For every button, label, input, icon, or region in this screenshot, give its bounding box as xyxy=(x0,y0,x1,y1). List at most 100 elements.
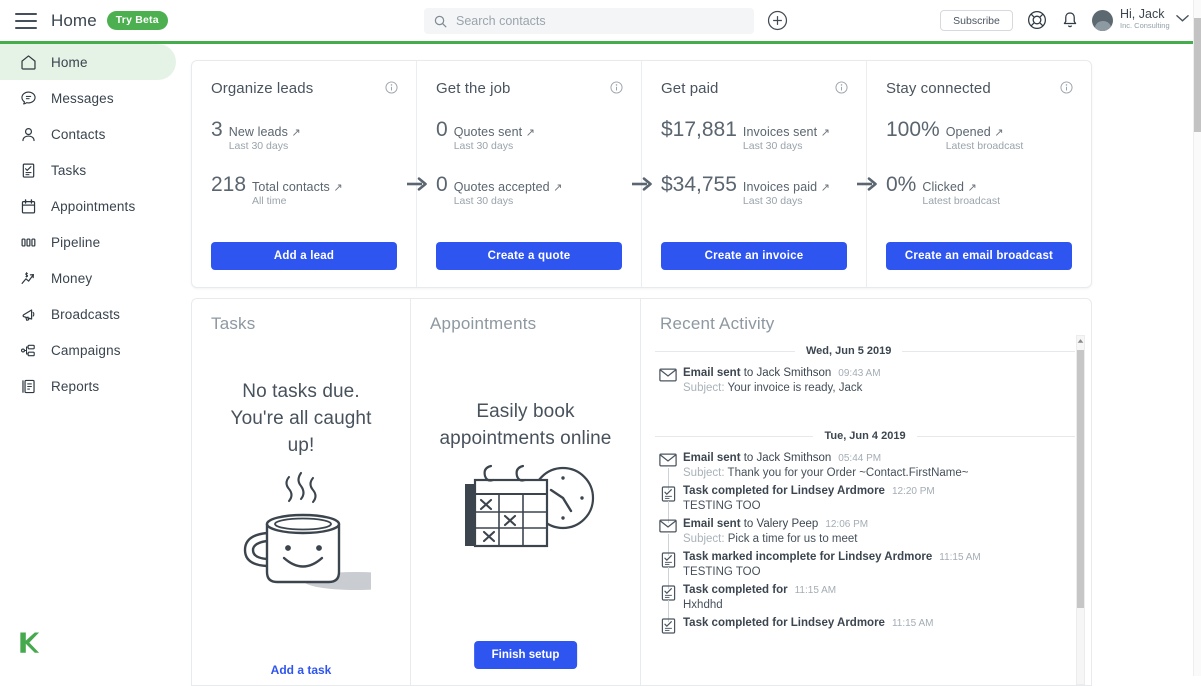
sidebar-item-money[interactable]: Money xyxy=(0,260,176,296)
bell-icon[interactable] xyxy=(1061,10,1079,30)
user-menu[interactable]: Hi, Jack Inc. Consulting xyxy=(1120,8,1170,31)
create-invoice-button[interactable]: Create an invoice xyxy=(661,242,847,270)
money-trend-icon xyxy=(17,267,39,289)
add-task-link[interactable]: Add a task xyxy=(192,663,410,677)
add-lead-button[interactable]: Add a lead xyxy=(211,242,397,270)
activity-rest: to Valery Peep xyxy=(740,518,819,530)
activity-rest: to Jack Smithson xyxy=(740,367,832,379)
activity-item[interactable]: Email sent to Jack Smithson 09:43 AM Subj… xyxy=(655,361,1075,394)
tasks-empty-message: No tasks due. You're all caught up! xyxy=(230,381,372,456)
activity-item[interactable]: Task marked incomplete for Lindsey Ardmo… xyxy=(655,545,1075,589)
user-name: Hi, Jack xyxy=(1120,7,1165,21)
sidebar-item-appointments[interactable]: Appointments xyxy=(0,188,176,224)
stat-row: 0 Quotes accepted ↗ Last 30 days xyxy=(436,173,622,207)
activity-item[interactable]: Task completed for Lindsey Ardmore 12:20 … xyxy=(655,479,1075,523)
megaphone-icon xyxy=(17,303,39,325)
activity-time: 05:44 PM xyxy=(838,453,882,464)
tasks-panel: Tasks No tasks due. You're all caught up… xyxy=(191,298,410,686)
scroll-up-arrow-icon[interactable] xyxy=(1077,336,1084,345)
card-title: Stay connected xyxy=(886,80,991,97)
sidebar-item-label: Pipeline xyxy=(51,234,101,250)
stat-label[interactable]: Invoices paid ↗ xyxy=(743,180,830,194)
stat-row: $17,881 Invoices sent ↗ Last 30 days xyxy=(661,118,847,152)
sidebar-item-pipeline[interactable]: Pipeline xyxy=(0,224,176,260)
sidebar-item-campaigns[interactable]: Campaigns xyxy=(0,332,176,368)
lifebuoy-icon[interactable] xyxy=(1027,10,1047,30)
envelope-icon xyxy=(655,367,681,394)
sidebar-item-label: Campaigns xyxy=(51,342,121,358)
pipeline-bars-icon xyxy=(17,231,39,253)
coffee-mug-illustration xyxy=(192,469,410,599)
stat-label[interactable]: Quotes accepted ↗ xyxy=(454,180,563,194)
search-input[interactable] xyxy=(456,14,744,28)
stat-label[interactable]: Total contacts ↗ xyxy=(252,180,343,194)
create-email-broadcast-button[interactable]: Create an email broadcast xyxy=(886,242,1072,270)
stat-label[interactable]: Opened ↗ xyxy=(946,125,1004,139)
sidebar-item-contacts[interactable]: Contacts xyxy=(0,116,176,152)
sidebar-item-label: Money xyxy=(51,270,93,286)
activity-time: 11:15 AM xyxy=(794,585,837,596)
flow-arrow-icon xyxy=(855,174,879,194)
stat-label[interactable]: New leads ↗ xyxy=(229,125,301,139)
sidebar-item-label: Broadcasts xyxy=(51,306,121,322)
avatar[interactable] xyxy=(1092,10,1113,31)
activity-bold: Task completed for Lindsey Ardmore xyxy=(683,617,885,629)
activity-bold: Email sent xyxy=(683,518,741,530)
activity-bold: Email sent xyxy=(683,452,741,464)
card-get-the-job: Get the job 0 Quotes sent ↗ Last 30 days… xyxy=(416,61,641,287)
sidebar-item-label: Reports xyxy=(51,378,100,394)
stat-value: 218 xyxy=(211,173,247,196)
stat-sub: Last 30 days xyxy=(742,140,803,152)
finish-setup-button[interactable]: Finish setup xyxy=(473,641,578,669)
sidebar-item-reports[interactable]: Reports xyxy=(0,368,176,404)
activity-item[interactable]: Email sent to Jack Smithson 05:44 PM Subj… xyxy=(655,446,1075,490)
activity-date: Tue, Jun 4 2019 xyxy=(824,430,906,442)
chat-bubble-icon xyxy=(17,87,39,109)
activity-scrollbar[interactable] xyxy=(1076,335,1085,685)
home-icon xyxy=(17,51,39,73)
sidebar-item-label: Contacts xyxy=(51,126,106,142)
stat-label[interactable]: Clicked ↗ xyxy=(922,180,977,194)
appointments-empty-message: Easily book appointments online xyxy=(439,401,612,449)
keap-logo[interactable] xyxy=(18,627,44,666)
subscribe-button[interactable]: Subscribe xyxy=(940,10,1013,31)
info-icon[interactable] xyxy=(385,81,398,94)
card-title: Organize leads xyxy=(211,80,314,97)
activity-subject-value: TESTING TOO xyxy=(683,500,761,512)
page-scrollbar[interactable] xyxy=(1193,0,1201,676)
info-icon[interactable] xyxy=(610,81,623,94)
activity-time: 12:20 PM xyxy=(891,486,935,497)
activity-subject-value: TESTING TOO xyxy=(683,566,761,578)
search-box[interactable] xyxy=(424,8,754,34)
activity-scroll-thumb[interactable] xyxy=(1077,350,1084,608)
plus-circle-icon[interactable] xyxy=(767,10,788,31)
chevron-down-icon[interactable] xyxy=(1176,14,1189,23)
info-icon[interactable] xyxy=(835,81,848,94)
hamburger-icon[interactable] xyxy=(15,12,37,29)
info-icon[interactable] xyxy=(1060,81,1073,94)
page-scroll-thumb[interactable] xyxy=(1194,18,1201,132)
sidebar-item-home[interactable]: Home xyxy=(0,44,176,80)
calendar-icon xyxy=(17,195,39,217)
panel-title: Recent Activity xyxy=(660,314,775,333)
activity-item[interactable]: Email sent to Valery Peep 12:06 PM Subjec… xyxy=(655,512,1075,556)
stat-label[interactable]: Quotes sent ↗ xyxy=(454,125,535,139)
activity-bold: Task marked incomplete for Lindsey Ardmo… xyxy=(683,551,933,563)
sidebar-item-broadcasts[interactable]: Broadcasts xyxy=(0,296,176,332)
user-org: Inc. Consulting xyxy=(1120,21,1170,30)
sidebar-item-label: Home xyxy=(51,54,88,70)
activity-feed: Wed, Jun 5 2019 Email sent to Jack Smith… xyxy=(655,339,1075,684)
sidebar-item-tasks[interactable]: Tasks xyxy=(0,152,176,188)
try-beta-badge[interactable]: Try Beta xyxy=(106,11,168,30)
flow-arrow-icon xyxy=(405,174,429,194)
create-quote-button[interactable]: Create a quote xyxy=(436,242,622,270)
stat-sub: Latest broadcast xyxy=(945,140,1024,152)
report-document-icon xyxy=(17,375,39,397)
card-title: Get the job xyxy=(436,80,511,97)
sidebar-item-messages[interactable]: Messages xyxy=(0,80,176,116)
activity-item[interactable]: Task completed for 11:15 AM Hxhdhd xyxy=(655,578,1075,622)
activity-item[interactable]: Task completed for Lindsey Ardmore 11:15 … xyxy=(655,611,1075,634)
stat-label[interactable]: Invoices sent ↗ xyxy=(743,125,830,139)
stat-row: 3 New leads ↗ Last 30 days xyxy=(211,118,397,152)
task-check-icon xyxy=(655,617,681,634)
